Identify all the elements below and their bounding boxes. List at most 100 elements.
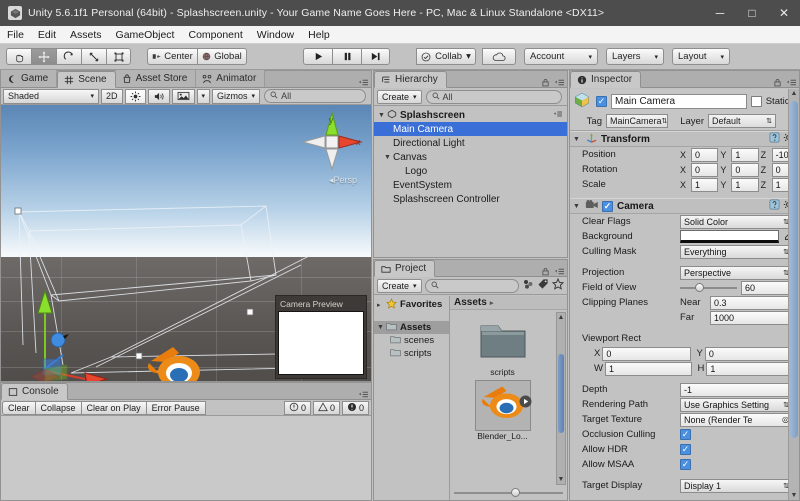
cloud-services-button[interactable] bbox=[482, 48, 516, 65]
disclosure-triangle-icon[interactable]: ▼ bbox=[384, 154, 393, 161]
allow-hdr-checkbox[interactable] bbox=[680, 444, 691, 455]
scene-viewport[interactable]: y x ◂Persp Camera Preview bbox=[1, 105, 371, 381]
layout-dropdown[interactable]: Layout ▾ bbox=[672, 48, 730, 65]
scene-orientation-gizmo[interactable]: y x bbox=[301, 111, 363, 173]
project-tree-item-scenes[interactable]: scenes bbox=[374, 334, 449, 347]
breadcrumb-label[interactable]: Assets bbox=[454, 297, 487, 308]
clipping-near-field[interactable]: 0.3 bbox=[710, 295, 793, 310]
filter-by-type-icon[interactable] bbox=[522, 278, 534, 293]
console-error-pause-button[interactable]: Error Pause bbox=[145, 400, 206, 415]
menu-component[interactable]: Component bbox=[181, 26, 249, 44]
filter-by-label-icon[interactable] bbox=[537, 278, 549, 293]
panel-menu-icon[interactable] bbox=[358, 78, 368, 87]
hierarchy-item-main-camera[interactable]: Main Camera bbox=[374, 122, 567, 136]
disclosure-triangle-icon[interactable]: ▼ bbox=[378, 112, 387, 119]
project-create-button[interactable]: Create ▾ bbox=[377, 278, 422, 293]
panel-menu-icon[interactable] bbox=[554, 267, 564, 276]
lock-icon[interactable] bbox=[541, 267, 550, 276]
tag-dropdown[interactable]: MainCamera ⇅ bbox=[606, 114, 668, 128]
viewport-y-field[interactable]: 0 bbox=[704, 346, 793, 361]
disclosure-triangle-icon[interactable]: ▸ bbox=[377, 301, 386, 309]
console-clear-on-play-button[interactable]: Clear on Play bbox=[80, 400, 146, 415]
depth-field[interactable]: -1 bbox=[680, 382, 793, 397]
hierarchy-item-canvas[interactable]: ▼ Canvas bbox=[374, 150, 567, 164]
fov-value-field[interactable]: 60 bbox=[741, 280, 793, 295]
fov-slider[interactable] bbox=[680, 282, 737, 292]
gameobject-name-field[interactable]: Main Camera bbox=[611, 94, 747, 109]
gameobject-active-checkbox[interactable] bbox=[596, 96, 607, 107]
scrollbar-thumb[interactable] bbox=[558, 354, 564, 433]
maximize-button[interactable]: □ bbox=[736, 0, 768, 26]
project-tree-item-assets[interactable]: ▼ Assets bbox=[374, 321, 449, 334]
position-x-field[interactable]: 0 bbox=[691, 147, 719, 162]
layers-dropdown[interactable]: Layers ▾ bbox=[606, 48, 664, 65]
disclosure-triangle-icon[interactable]: ▼ bbox=[573, 203, 582, 210]
disclosure-triangle-icon[interactable]: ▼ bbox=[377, 324, 386, 331]
clear-flags-dropdown[interactable]: Solid Color ⇅ bbox=[680, 214, 793, 229]
panel-menu-icon[interactable] bbox=[358, 390, 368, 399]
audio-toggle-button[interactable] bbox=[147, 88, 170, 104]
hierarchy-item-directional-light[interactable]: Directional Light bbox=[374, 136, 567, 150]
project-item-scripts[interactable]: scripts bbox=[471, 317, 535, 377]
move-tool-button[interactable] bbox=[31, 48, 56, 65]
tab-asset-store[interactable]: Asset Store bbox=[115, 70, 197, 87]
hand-tool-button[interactable] bbox=[6, 48, 31, 65]
disclosure-triangle-icon[interactable]: ▼ bbox=[573, 136, 582, 143]
scale-x-field[interactable]: 1 bbox=[691, 177, 719, 192]
gizmos-dropdown[interactable]: Gizmos ▾ bbox=[212, 88, 261, 104]
hierarchy-create-button[interactable]: Create ▾ bbox=[377, 89, 422, 104]
sub-asset-expand-icon[interactable] bbox=[519, 395, 532, 411]
scrollbar-thumb[interactable] bbox=[790, 101, 798, 439]
menu-help[interactable]: Help bbox=[301, 26, 337, 44]
lighting-toggle-button[interactable] bbox=[124, 88, 146, 104]
projection-dropdown[interactable]: Perspective ⇅ bbox=[680, 265, 793, 280]
step-button[interactable] bbox=[361, 48, 390, 65]
console-warning-counter[interactable]: 0 bbox=[312, 400, 340, 415]
hierarchy-item-logo[interactable]: Logo bbox=[374, 164, 567, 178]
scroll-down-arrow-icon[interactable]: ▼ bbox=[557, 475, 565, 484]
target-display-dropdown[interactable]: Display 1 ⇅ bbox=[680, 478, 793, 493]
inspector-vertical-scrollbar[interactable]: ▲ ▼ bbox=[788, 89, 799, 500]
viewport-x-field[interactable]: 0 bbox=[602, 346, 691, 361]
handle-global-button[interactable]: Global bbox=[197, 48, 247, 65]
scale-tool-button[interactable] bbox=[81, 48, 106, 65]
tab-animator[interactable]: Animator bbox=[196, 70, 266, 87]
lock-icon[interactable] bbox=[773, 78, 782, 87]
panel-menu-icon[interactable] bbox=[553, 110, 567, 121]
console-error-counter[interactable]: 0 bbox=[341, 400, 369, 415]
rendering-path-dropdown[interactable]: Use Graphics Setting ⇅ bbox=[680, 397, 793, 412]
console-clear-button[interactable]: Clear bbox=[2, 400, 35, 415]
tab-project[interactable]: Project bbox=[374, 260, 436, 277]
static-checkbox[interactable] bbox=[750, 96, 762, 107]
blender-logo-scene-object[interactable] bbox=[143, 343, 205, 381]
viewport-h-field[interactable]: 1 bbox=[706, 361, 793, 376]
rotation-x-field[interactable]: 0 bbox=[691, 162, 719, 177]
hierarchy-search-input[interactable]: All bbox=[425, 89, 562, 104]
collab-button[interactable]: Collab ▾ bbox=[416, 48, 476, 65]
culling-mask-dropdown[interactable]: Everything ⇅ bbox=[680, 244, 793, 259]
allow-msaa-checkbox[interactable] bbox=[680, 459, 691, 470]
position-y-field[interactable]: 1 bbox=[731, 147, 759, 162]
close-button[interactable]: ✕ bbox=[768, 0, 800, 26]
rotation-y-field[interactable]: 0 bbox=[731, 162, 759, 177]
favorite-star-icon[interactable] bbox=[551, 277, 565, 293]
hierarchy-item-eventsystem[interactable]: EventSystem bbox=[374, 178, 567, 192]
background-color-field[interactable] bbox=[680, 230, 779, 243]
scroll-down-arrow-icon[interactable]: ▼ bbox=[789, 491, 799, 500]
console-info-counter[interactable]: 0 bbox=[283, 400, 311, 415]
scroll-up-arrow-icon[interactable]: ▲ bbox=[557, 313, 565, 322]
component-header-camera[interactable]: ▼ Camera bbox=[570, 198, 799, 214]
shading-mode-dropdown[interactable]: Shaded ▾ bbox=[3, 88, 99, 104]
tab-game[interactable]: Game bbox=[1, 70, 58, 87]
menu-gameobject[interactable]: GameObject bbox=[109, 26, 182, 44]
hierarchy-item-splashscreen[interactable]: ▼ Splashscreen bbox=[374, 108, 567, 122]
help-icon[interactable] bbox=[769, 132, 780, 146]
help-icon[interactable] bbox=[769, 199, 780, 213]
tab-inspector[interactable]: Inspector bbox=[570, 71, 642, 88]
pause-button[interactable] bbox=[332, 48, 361, 65]
occlusion-culling-checkbox[interactable] bbox=[680, 429, 691, 440]
slider-knob[interactable] bbox=[510, 488, 520, 497]
tab-scene[interactable]: Scene bbox=[57, 71, 116, 88]
scroll-up-arrow-icon[interactable]: ▲ bbox=[789, 89, 799, 98]
account-dropdown[interactable]: Account ▾ bbox=[524, 48, 598, 65]
